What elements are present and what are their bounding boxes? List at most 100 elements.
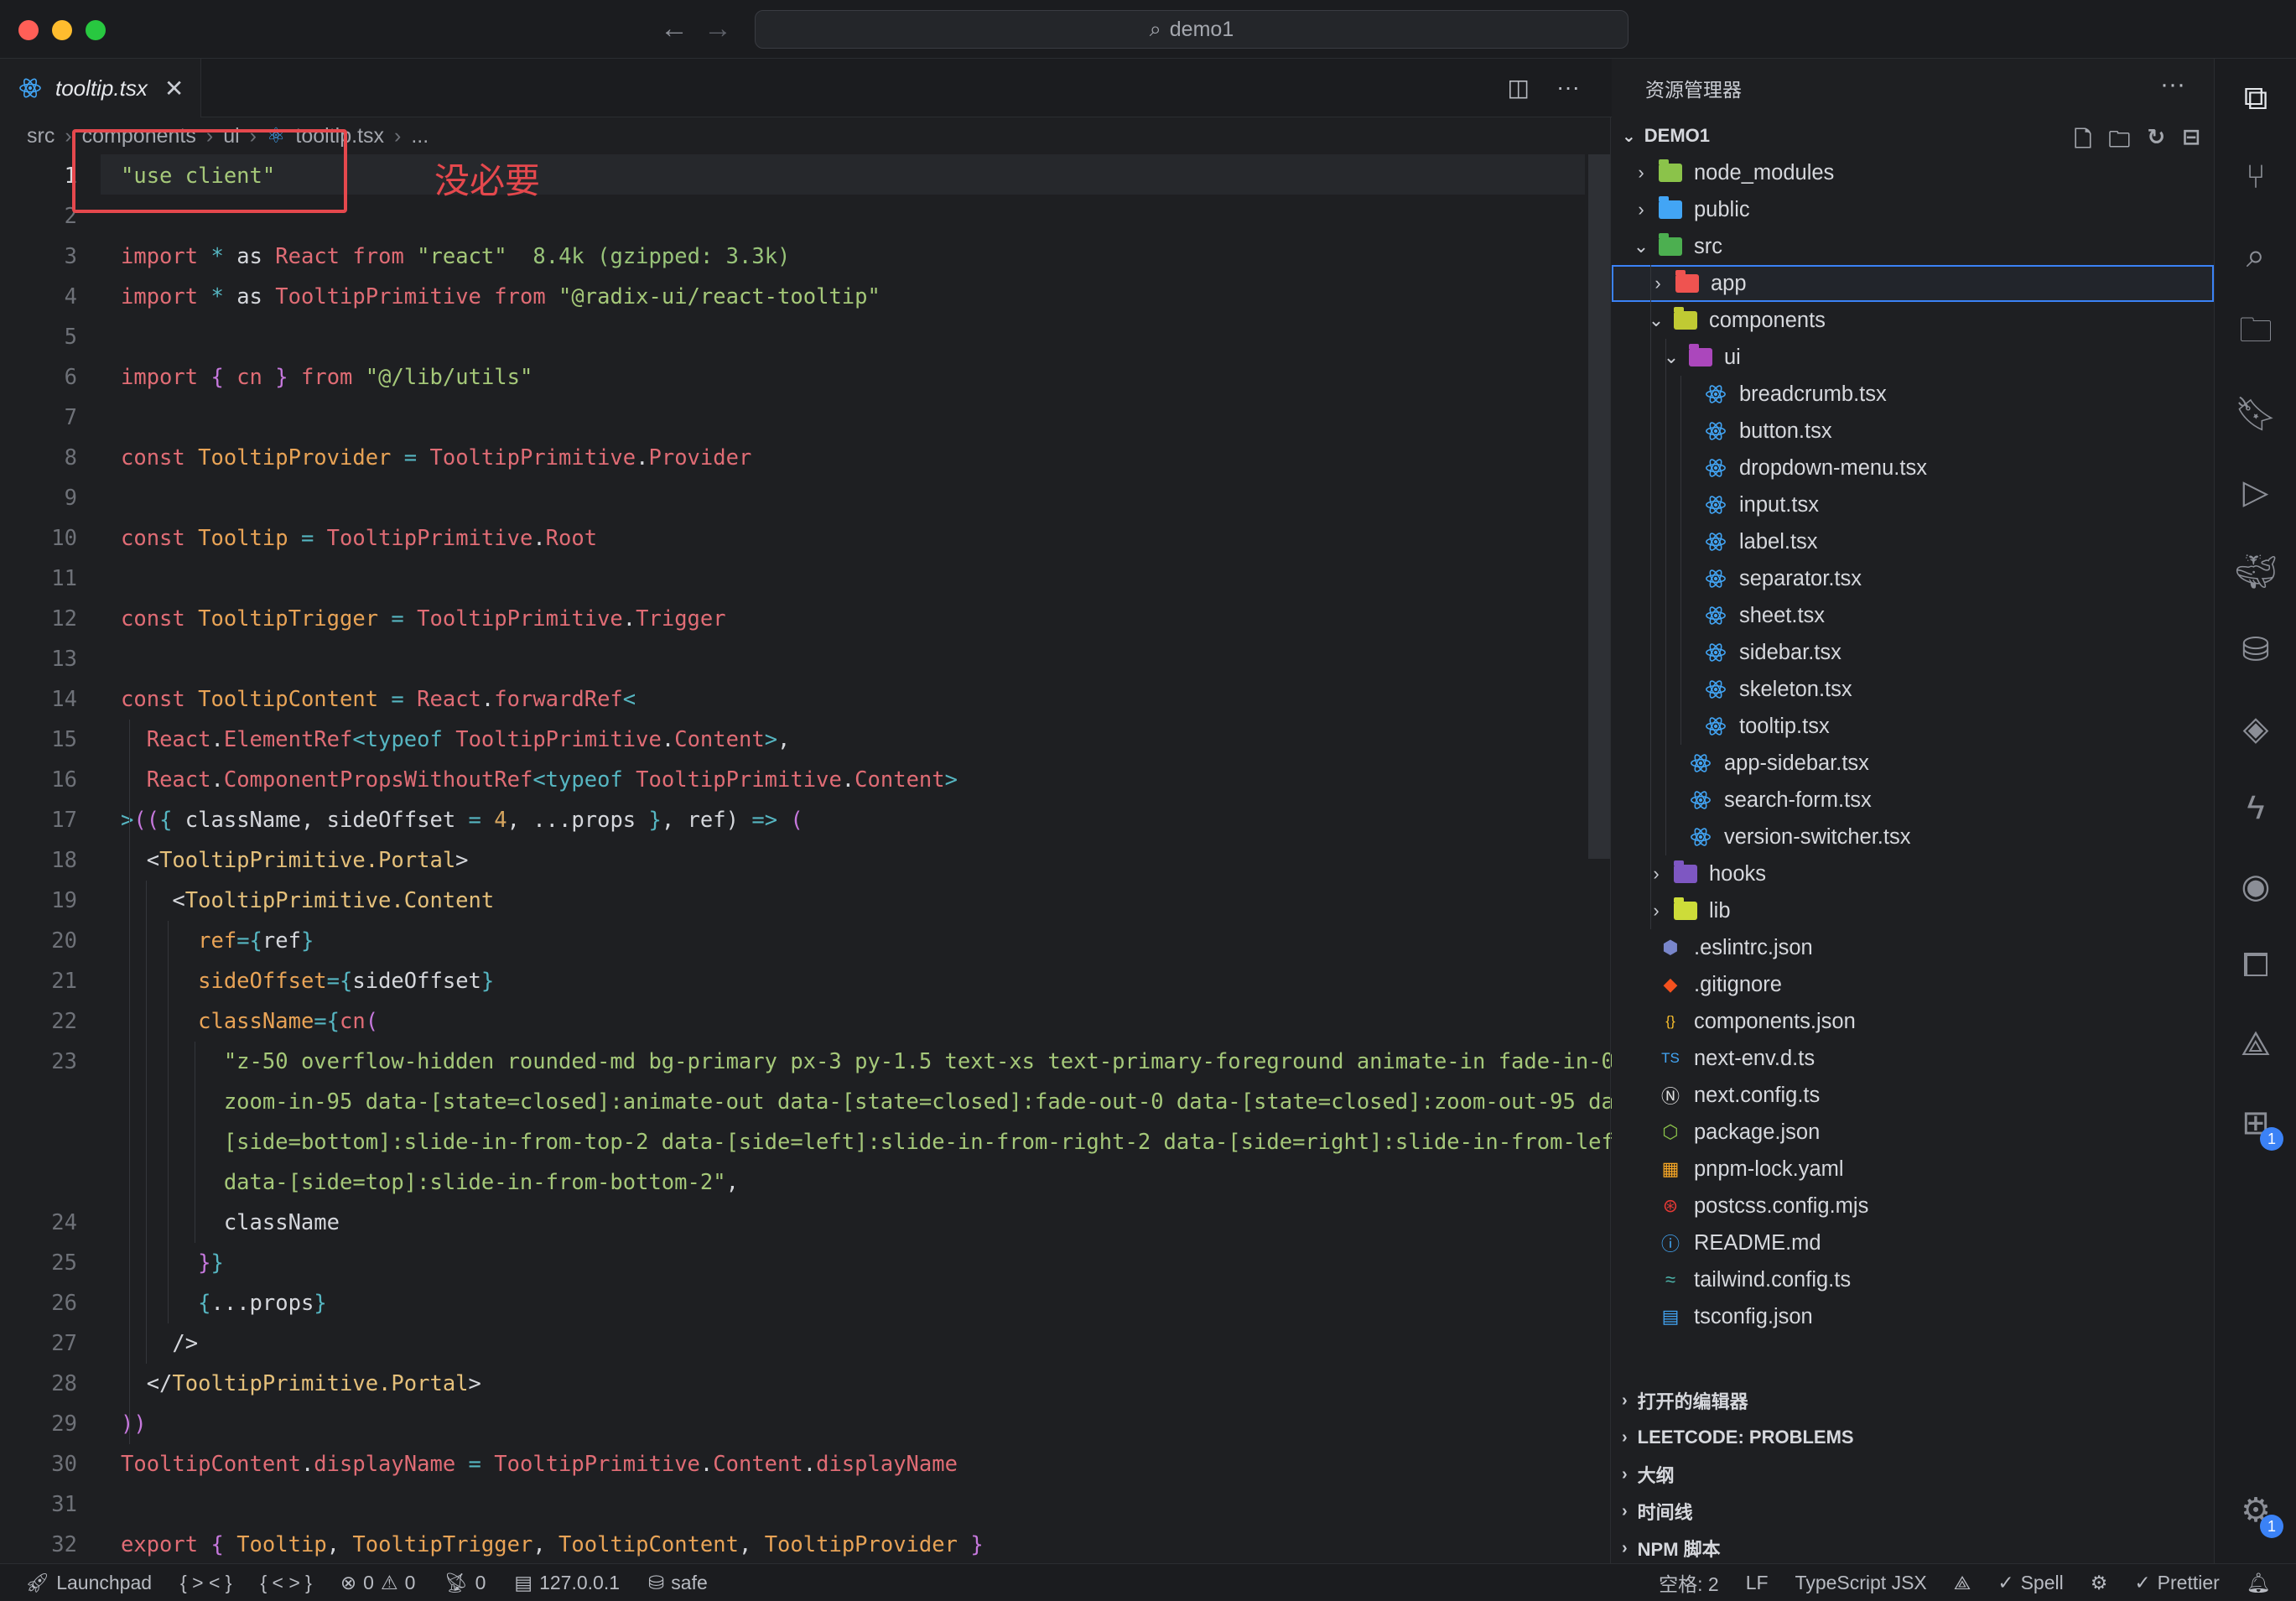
github-icon[interactable]: ◉ (2235, 865, 2277, 907)
tab-tooltip-tsx[interactable]: tooltip.tsx ✕ (0, 59, 201, 117)
editor-scrollbar[interactable] (1588, 154, 1610, 859)
bracket-status-1[interactable]: { > < } (180, 1572, 231, 1594)
leetcode-icon[interactable]: ⟁ (2235, 1023, 2277, 1065)
code-line[interactable]: 16 React.ComponentPropsWithoutRef<typeof… (0, 760, 1585, 800)
code-line[interactable]: 13 (0, 639, 1585, 679)
copilot-status[interactable]: ⟁ (1954, 1572, 1971, 1594)
explorer-section-header[interactable]: › 时间线 (1612, 1493, 2214, 1530)
code-line[interactable]: 4 import * as TooltipPrimitive from "@rad… (0, 277, 1585, 317)
spell-status[interactable]: ✓ Spell (1997, 1572, 2063, 1594)
eol-status[interactable]: LF (1746, 1572, 1769, 1594)
code-line[interactable]: [side=bottom]:slide-in-from-top-2 data-[… (0, 1122, 1653, 1162)
tree-item[interactable]: {} components.json (1612, 1003, 2214, 1040)
maximize-window-button[interactable] (86, 20, 106, 40)
tree-item[interactable]: › app (1612, 265, 2214, 302)
bracket-status-2[interactable]: { < > } (260, 1572, 311, 1594)
project-root[interactable]: ⌄ DEMO1 🗋 🗀 ↻ ⊟ (1612, 117, 2214, 154)
tree-item[interactable]: ◆ .gitignore (1612, 966, 2214, 1003)
database-icon[interactable]: ⛁ (2235, 629, 2277, 671)
indentation-status[interactable]: 空格: 2 (1659, 1568, 1719, 1597)
live-share-status[interactable]: ⚙ (2091, 1572, 2108, 1594)
code-line[interactable]: 10 const Tooltip = TooltipPrimitive.Root (0, 518, 1585, 559)
code-line[interactable]: 23 "z-50 overflow-hidden rounded-md bg-p… (0, 1042, 1614, 1082)
run-debug-icon[interactable]: ▷ (2235, 471, 2277, 513)
explorer-section-header[interactable]: › 打开的编辑器 (1612, 1382, 2214, 1419)
close-window-button[interactable] (18, 20, 39, 40)
code-line[interactable]: 18 <TooltipPrimitive.Portal> (0, 840, 1585, 881)
search-icon[interactable]: ⌕ (2235, 235, 2277, 277)
code-line[interactable]: 19 <TooltipPrimitive.Content (0, 881, 1585, 921)
code-line[interactable]: 9 (0, 478, 1585, 518)
code-line[interactable]: 8 const TooltipProvider = TooltipPrimitiv… (0, 438, 1585, 478)
tree-item[interactable]: › node_modules (1612, 154, 2214, 191)
thunder-client-icon[interactable]: ϟ (2235, 787, 2277, 829)
code-line[interactable]: 17 >(({ className, sideOffset = 4, ...pro… (0, 800, 1585, 840)
explorer-section-header[interactable]: › LEETCODE: PROBLEMS (1612, 1419, 2214, 1456)
tree-item[interactable]: ⬢ .eslintrc.json (1612, 929, 2214, 966)
tree-item[interactable]: ≈ tailwind.config.ts (1612, 1261, 2214, 1298)
docker-icon[interactable]: 🐳︎ (2235, 550, 2278, 592)
tree-item[interactable]: dropdown-menu.tsx (1612, 450, 2214, 486)
tree-item[interactable]: button.tsx (1612, 413, 2214, 450)
safe-status[interactable]: ⛁ safe (648, 1572, 708, 1594)
code-line[interactable]: 20 ref={ref} (0, 921, 1585, 961)
tree-item[interactable]: › lib (1612, 892, 2214, 929)
source-control-icon[interactable]: ⑂ (2235, 156, 2277, 198)
code-line[interactable]: 26 {...props} (0, 1283, 1585, 1323)
breadcrumb-item[interactable]: ... (411, 124, 429, 148)
tree-item[interactable]: ⊛ postcss.config.mjs (1612, 1188, 2214, 1224)
tree-item[interactable]: breadcrumb.tsx (1612, 376, 2214, 413)
code-line[interactable]: 24 className (0, 1203, 1585, 1243)
tree-item[interactable]: ⬡ package.json (1612, 1114, 2214, 1151)
minimize-window-button[interactable] (52, 20, 72, 40)
code-line[interactable]: 22 className={cn( (0, 1001, 1585, 1042)
server-status[interactable]: ▤ 127.0.0.1 (514, 1572, 620, 1594)
tree-item[interactable]: ⌄ components (1612, 302, 2214, 339)
breadcrumb-item[interactable]: src (27, 124, 55, 148)
explorer-section-header[interactable]: › NPM 脚本 (1612, 1530, 2214, 1567)
tree-item[interactable]: TS next-env.d.ts (1612, 1040, 2214, 1077)
tree-item[interactable]: ⌄ ui (1612, 339, 2214, 376)
code-line[interactable]: 5 (0, 317, 1585, 357)
explorer-icon[interactable]: ⧉ (2235, 77, 2277, 119)
code-line[interactable]: 11 (0, 559, 1585, 599)
back-arrow-icon[interactable]: ← (657, 12, 691, 45)
code-line[interactable]: 6 import { cn } from "@/lib/utils" (0, 357, 1585, 398)
tree-item[interactable]: sidebar.tsx (1612, 634, 2214, 671)
forward-arrow-icon[interactable]: → (701, 12, 735, 45)
code-line[interactable]: data-[side=top]:slide-in-from-bottom-2", (0, 1162, 1585, 1203)
tree-item[interactable]: › public (1612, 191, 2214, 228)
more-actions-icon[interactable]: ··· (1556, 74, 1580, 101)
launchpad-status[interactable]: 🚀︎ Launchpad (25, 1572, 152, 1594)
code-editor[interactable]: 1 "use client" 2 3 import * as React from "r… (0, 154, 1653, 1563)
code-line[interactable]: 12 const TooltipTrigger = TooltipPrimitiv… (0, 599, 1585, 639)
folder-icon[interactable]: 🗀 (2235, 312, 2277, 356)
code-line[interactable]: 15 React.ElementRef<typeof TooltipPrimit… (0, 720, 1585, 760)
problems-status[interactable]: ⊗ 0 ⚠ 0 (340, 1572, 416, 1594)
code-line[interactable]: 25 }} (0, 1243, 1585, 1283)
tree-item[interactable]: sheet.tsx (1612, 597, 2214, 634)
ports-status[interactable]: 📡︎ 0 (444, 1572, 486, 1594)
tree-item[interactable]: ▦ pnpm-lock.yaml (1612, 1151, 2214, 1188)
code-line[interactable]: 21 sideOffset={sideOffset} (0, 961, 1585, 1001)
extensions-icon[interactable]: ⊞ 1 (2235, 1102, 2283, 1151)
split-editor-icon[interactable]: ◫ (1508, 74, 1530, 101)
code-line[interactable]: 7 (0, 398, 1585, 438)
explorer-section-header[interactable]: › 大纲 (1612, 1456, 2214, 1493)
tree-item[interactable]: input.tsx (1612, 486, 2214, 523)
code-line[interactable]: 31 (0, 1484, 1585, 1525)
bookmark-icon[interactable]: 🔖︎ (2235, 392, 2278, 434)
language-status[interactable]: TypeScript JSX (1795, 1572, 1927, 1594)
close-icon[interactable]: ✕ (164, 75, 184, 102)
settings-gear-icon[interactable]: ⚙ 1 (2235, 1489, 2283, 1538)
tree-item[interactable]: tooltip.tsx (1612, 708, 2214, 745)
prettier-status[interactable]: ✓ Prettier (2134, 1572, 2219, 1594)
code-line[interactable]: 14 const TooltipContent = React.forwardRe… (0, 679, 1585, 720)
code-line[interactable]: 30 TooltipContent.displayName = TooltipPr… (0, 1444, 1585, 1484)
tree-item[interactable]: ⌄ src (1612, 228, 2214, 265)
layers-icon[interactable]: ◈ (2235, 708, 2277, 750)
code-line[interactable]: 3 import * as React from "react" 8.4k (gz… (0, 237, 1585, 277)
tree-item[interactable]: label.tsx (1612, 523, 2214, 560)
tree-item[interactable]: ⓘ README.md (1612, 1224, 2214, 1261)
code-line[interactable]: 28 </TooltipPrimitive.Portal> (0, 1364, 1585, 1404)
